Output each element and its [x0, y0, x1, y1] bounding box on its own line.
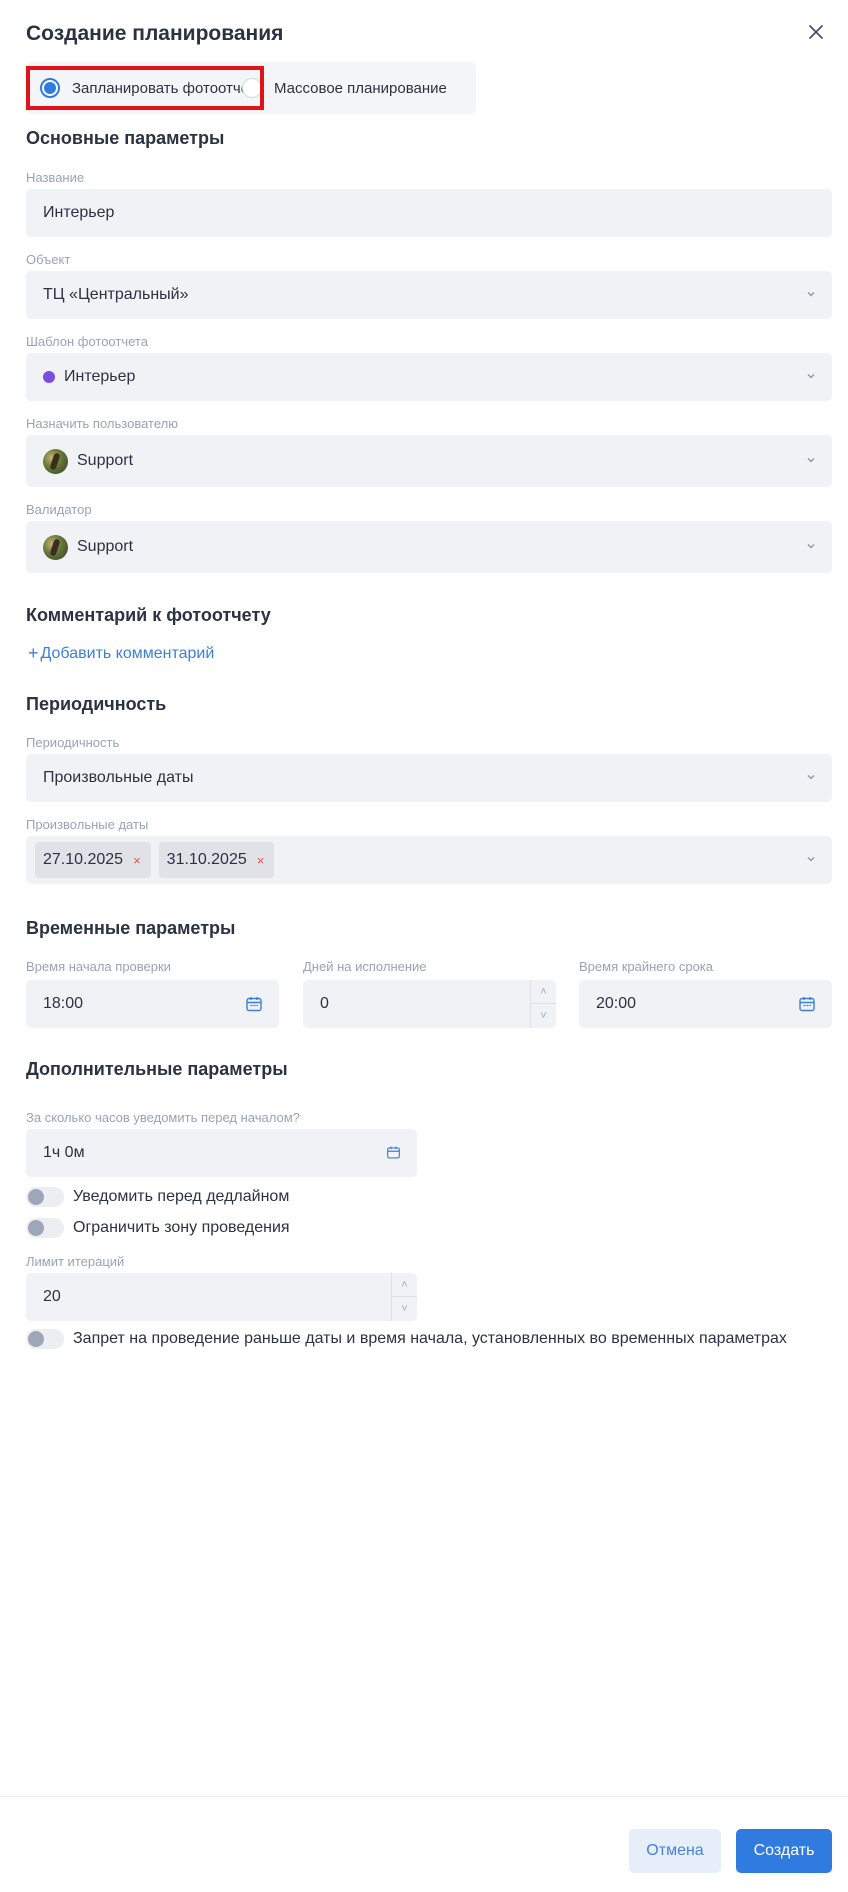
period-label: Периодичность — [26, 735, 120, 750]
start-time-label: Время начала проверки — [26, 959, 171, 974]
object-label: Объект — [26, 252, 71, 267]
deadline-label: Время крайнего срока — [579, 959, 713, 974]
mode-radio-group: Запланировать фотоотчет Массовое планиро… — [26, 62, 476, 114]
radio-plan-photoreport[interactable]: Запланировать фотоотчет — [40, 62, 255, 114]
stepper-controls: ˄ ˅ — [530, 980, 556, 1028]
radio-label: Массовое планирование — [274, 79, 447, 97]
name-label: Название — [26, 170, 85, 185]
restrict-zone-label: Ограничить зону проведения — [73, 1219, 290, 1236]
chevron-down-icon — [807, 857, 815, 862]
start-time-input[interactable]: 18:00 — [26, 980, 279, 1028]
radio-mass-planning[interactable]: Массовое планирование — [242, 62, 447, 114]
date-chip-label: 27.10.2025 — [43, 851, 124, 868]
section-extra-title: Дополнительные параметры — [26, 1059, 288, 1079]
days-value: 0 — [320, 995, 329, 1012]
assignee-value: Support — [77, 452, 134, 469]
template-label: Шаблон фотоотчета — [26, 334, 148, 349]
section-time-title: Временные параметры — [26, 918, 236, 938]
dates-multiselect[interactable]: 27.10.2025 × 31.10.2025 × — [26, 836, 832, 884]
notify-before-value: 1ч 0м — [43, 1144, 85, 1161]
deadline-input[interactable]: 20:00 — [579, 980, 832, 1028]
avatar — [43, 448, 68, 474]
remove-chip-icon[interactable]: × — [133, 853, 141, 868]
iterations-stepper[interactable]: 20 ˄ ˅ — [26, 1273, 417, 1321]
stepper-up-button[interactable]: ˄ — [392, 1273, 417, 1297]
avatar — [43, 534, 68, 560]
section-comment-title: Комментарий к фотоотчету — [26, 605, 271, 625]
chevron-down-icon — [807, 292, 815, 297]
cancel-button[interactable]: Отмена — [629, 1829, 721, 1873]
footer-divider — [0, 1796, 848, 1797]
assignee-select[interactable]: Support — [26, 435, 832, 487]
iterations-value: 20 — [43, 1288, 61, 1305]
notify-deadline-toggle[interactable] — [26, 1187, 64, 1207]
chevron-down-icon — [807, 374, 815, 379]
restrict-early-label: Запрет на проведение раньше даты и время… — [73, 1330, 787, 1347]
object-value: ТЦ «Центральный» — [43, 286, 189, 303]
notify-before-label: За сколько часов уведомить перед началом… — [26, 1110, 300, 1125]
toggle-row-restrict: Запрет на проведение раньше даты и время… — [26, 1329, 787, 1349]
radio-label: Запланировать фотоотчет — [72, 79, 256, 97]
radio-circle-checked — [40, 78, 60, 98]
object-select[interactable]: ТЦ «Центральный» — [26, 271, 832, 319]
period-select[interactable]: Произвольные даты — [26, 754, 832, 802]
stepper-down-button[interactable]: ˅ — [531, 1004, 556, 1028]
chevron-down-icon — [807, 458, 815, 463]
deadline-value: 20:00 — [596, 995, 637, 1012]
toggle-row-deadline: Уведомить перед дедлайном — [26, 1187, 289, 1207]
period-value: Произвольные даты — [43, 769, 194, 786]
iterations-label: Лимит итераций — [26, 1254, 125, 1269]
days-stepper[interactable]: 0 ˄ ˅ — [303, 980, 556, 1028]
dates-label: Произвольные даты — [26, 817, 149, 832]
start-time-value: 18:00 — [43, 995, 84, 1012]
template-color-dot — [43, 371, 55, 383]
date-chip-label: 31.10.2025 — [166, 851, 247, 868]
restrict-zone-toggle[interactable] — [26, 1218, 64, 1238]
calendar-icon[interactable] — [798, 995, 816, 1013]
validator-value: Support — [77, 538, 134, 555]
name-input[interactable]: Интерьер — [26, 189, 832, 237]
notify-before-input[interactable]: 1ч 0м — [26, 1129, 417, 1177]
calendar-icon[interactable] — [386, 1145, 401, 1160]
chevron-down-icon — [807, 544, 815, 549]
radio-circle — [242, 78, 262, 98]
plus-icon: + — [28, 643, 39, 663]
section-basic-title: Основные параметры — [26, 128, 225, 148]
close-icon — [809, 25, 823, 39]
remove-chip-icon[interactable]: × — [257, 853, 265, 868]
notify-deadline-label: Уведомить перед дедлайном — [73, 1188, 290, 1205]
name-value: Интерьер — [43, 204, 115, 221]
create-button[interactable]: Создать — [736, 1829, 832, 1873]
stepper-controls: ˄ ˅ — [391, 1273, 417, 1321]
restrict-early-toggle[interactable] — [26, 1329, 64, 1349]
date-chip: 31.10.2025 × — [158, 842, 275, 878]
add-comment-label: Добавить комментарий — [40, 644, 215, 662]
modal-title: Создание планирования — [26, 22, 284, 45]
template-select[interactable]: Интерьер — [26, 353, 832, 401]
stepper-up-button[interactable]: ˄ — [531, 980, 556, 1004]
days-label: Дней на исполнение — [303, 959, 427, 974]
add-comment-link[interactable]: + Добавить комментарий — [28, 643, 214, 664]
close-button[interactable] — [804, 20, 828, 44]
validator-select[interactable]: Support — [26, 521, 832, 573]
template-value: Интерьер — [64, 368, 136, 385]
toggle-row-zone: Ограничить зону проведения — [26, 1218, 290, 1238]
date-chip: 27.10.2025 × — [35, 842, 151, 878]
chevron-down-icon — [807, 775, 815, 780]
assignee-label: Назначить пользователю — [26, 416, 178, 431]
calendar-icon[interactable] — [245, 995, 263, 1013]
validator-label: Валидатор — [26, 502, 92, 517]
section-periodicity-title: Периодичность — [26, 694, 167, 714]
stepper-down-button[interactable]: ˅ — [392, 1297, 417, 1321]
